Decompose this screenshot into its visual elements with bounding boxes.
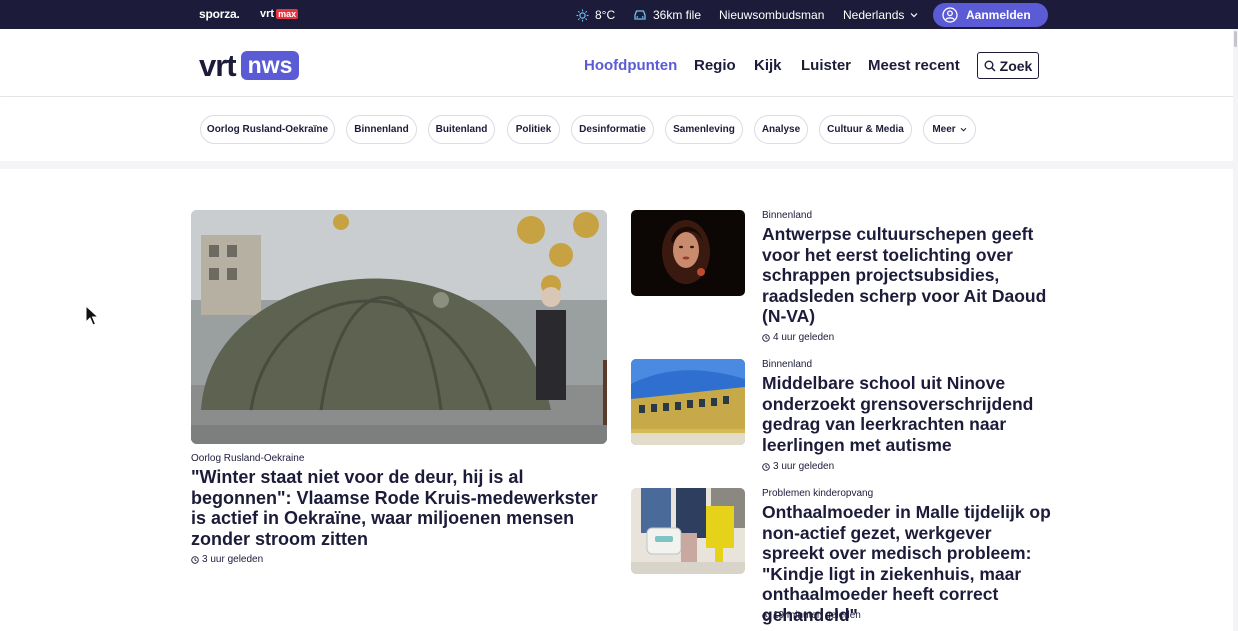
article-3-time-label: 19 minuten geleden [773,610,861,621]
utility-bar: sporza. vrt max 8°C 36km file Nieuwsombud… [0,0,1238,29]
tag-meer-label: Meer [932,124,956,135]
scrollbar-thumb[interactable] [1234,31,1237,47]
traffic-info: 36km file [653,8,702,22]
vrt-nws-logo[interactable]: vrt nws [199,47,300,83]
nav-kijk[interactable]: Kijk [754,57,782,74]
clock-icon [191,555,199,564]
login-button[interactable]: Aanmelden [933,3,1048,27]
tag-cultuur-media[interactable]: Cultuur & Media [819,115,912,144]
article-3-thumbnail[interactable] [631,488,745,574]
main-header: vrt nws Hoofdpunten Regio Kijk Luister M… [0,29,1238,97]
article-3-category[interactable]: Problemen kinderopvang [762,488,873,499]
tag-desinformatie[interactable]: Desinformatie [571,115,654,144]
article-1-timestamp: 4 uur geleden [762,332,834,343]
topic-tags-bar: Oorlog Rusland-Oekraïne Binnenland Buite… [0,97,1238,161]
ombudsman-link[interactable]: Nieuwsombudsman [719,8,824,22]
hero-category[interactable]: Oorlog Rusland-Oekraine [191,453,304,464]
header-divider [0,161,1238,169]
tag-politiek[interactable]: Politiek [507,115,560,144]
vrt-max-link[interactable]: vrt max [260,8,299,20]
user-icon [942,7,958,23]
search-icon [984,60,996,72]
tag-oorlog-rusland-oekraine[interactable]: Oorlog Rusland-Oekraïne [200,115,335,144]
clock-icon [762,611,770,620]
article-1-headline[interactable]: Antwerpse cultuurschepen geeft voor het … [762,224,1054,327]
article-1-category[interactable]: Binnenland [762,210,812,221]
weather-temperature: 8°C [595,8,616,22]
search-button[interactable]: Zoek [977,52,1039,79]
tag-binnenland[interactable]: Binnenland [346,115,417,144]
language-label: Nederlands [843,8,905,22]
article-2-thumbnail[interactable] [631,359,745,445]
nav-regio[interactable]: Regio [694,57,736,74]
article-2-time-label: 3 uur geleden [773,461,835,472]
nav-meest-recent[interactable]: Meest recent [868,57,960,74]
hero-image[interactable] [191,210,607,444]
weather-widget[interactable]: 8°C [576,8,615,22]
article-3-headline[interactable]: Onthaalmoeder in Malle tijdelijk op non-… [762,502,1054,626]
hero-time-label: 3 uur geleden [202,554,264,565]
nav-luister[interactable]: Luister [801,57,851,74]
article-2-headline[interactable]: Middelbare school uit Ninove onderzoekt … [762,373,1054,455]
hero-timestamp: 3 uur geleden [191,554,263,565]
language-select[interactable]: Nederlands [843,8,918,22]
nav-hoofdpunten[interactable]: Hoofdpunten [584,57,677,74]
ombudsman-label: Nieuwsombudsman [719,8,825,22]
clock-icon [762,333,770,342]
tag-analyse[interactable]: Analyse [754,115,808,144]
clock-icon [762,462,770,471]
article-1-time-label: 4 uur geleden [773,332,835,343]
tag-buitenland[interactable]: Buitenland [428,115,495,144]
article-3-timestamp: 19 minuten geleden [762,610,861,621]
chevron-down-icon [960,127,967,132]
hero-headline[interactable]: "Winter staat niet voor de deur, hij is … [191,467,611,549]
vrt-max-badge: max [276,9,299,19]
logo-nws: nws [240,51,300,80]
vrt-max-vrt: vrt [260,8,275,20]
article-2-timestamp: 3 uur geleden [762,461,834,472]
tag-samenleving[interactable]: Samenleving [665,115,743,144]
traffic-widget[interactable]: 36km file [633,8,701,22]
page-scrollbar[interactable] [1233,29,1238,631]
search-label: Zoek [999,57,1033,74]
logo-vrt: vrt [199,47,237,83]
mouse-cursor-icon [85,305,99,326]
sporza-link[interactable]: sporza. [199,7,240,21]
sun-icon [576,8,589,22]
login-label: Aanmelden [966,8,1031,22]
article-1-thumbnail[interactable] [631,210,745,296]
car-icon [634,10,646,20]
chevron-down-icon [910,13,918,18]
tag-meer[interactable]: Meer [923,115,976,144]
article-2-category[interactable]: Binnenland [762,359,812,370]
